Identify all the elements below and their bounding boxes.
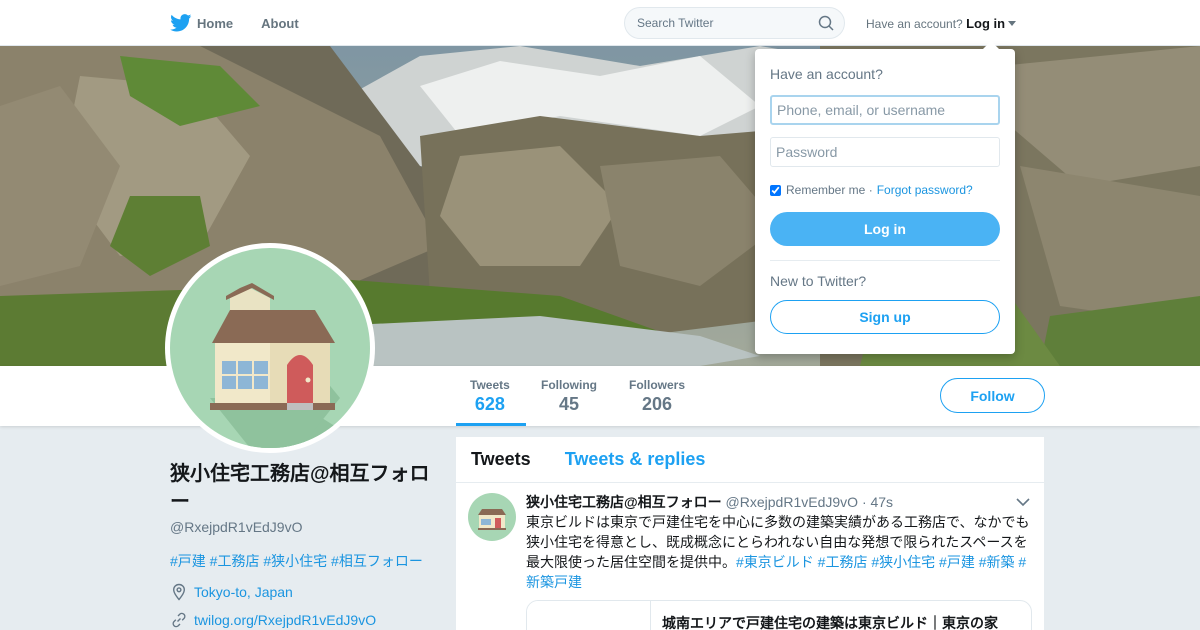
account-menu[interactable]: Have an account? Log in bbox=[866, 16, 1017, 31]
login-title: Have an account? bbox=[770, 66, 883, 82]
search-input[interactable] bbox=[625, 8, 805, 38]
nav-about-label: About bbox=[261, 15, 299, 31]
caret-down-icon[interactable] bbox=[1008, 21, 1017, 26]
nav-left: Home About bbox=[170, 0, 327, 46]
login-toggle[interactable]: Log in bbox=[966, 16, 1005, 31]
timeline-tabs: Tweets Tweets & replies bbox=[456, 437, 1044, 483]
forgot-password-link[interactable]: Forgot password? bbox=[877, 183, 973, 197]
nav-about[interactable]: About bbox=[261, 16, 299, 31]
profile-name: 狭小住宅工務店@相互フォロー bbox=[170, 463, 430, 513]
stat-followers-label: Followers bbox=[629, 378, 686, 392]
stat-following-label: Following bbox=[541, 378, 597, 392]
profile-avatar[interactable] bbox=[165, 243, 375, 453]
top-nav: Home About Have an account? Log in bbox=[0, 0, 1200, 46]
tweet-text: 東京ビルドは東京で戸建住宅を中心に多数の建築実績がある工務店で、なかでも狭小住宅… bbox=[526, 512, 1034, 592]
location-pin-icon bbox=[172, 583, 186, 601]
profile-bio-hashtags[interactable]: #戸建 #工務店 #狭小住宅 #相互フォロー bbox=[170, 551, 423, 571]
login-dropdown: Have an account? Remember me · Forgot pa… bbox=[755, 41, 1015, 354]
profile-website[interactable]: twilog.org/RxejpdR1vEdJ9vO bbox=[170, 611, 376, 629]
twitter-bird-icon bbox=[170, 14, 192, 32]
nav-home-label: Home bbox=[197, 15, 234, 31]
link-icon bbox=[172, 612, 186, 628]
follow-button[interactable]: Follow bbox=[940, 378, 1045, 413]
profile-handle: @RxejpdR1vEdJ9vO bbox=[170, 519, 303, 535]
signup-button[interactable]: Sign up bbox=[770, 300, 1000, 334]
profile-location[interactable]: Tokyo-to, Japan bbox=[170, 583, 293, 601]
tweet-timestamp[interactable]: · 47s bbox=[862, 494, 893, 510]
tab-tweets[interactable]: Tweets bbox=[471, 449, 531, 470]
stat-tweets-label: Tweets bbox=[470, 378, 510, 392]
remember-me: Remember me · Forgot password? bbox=[770, 183, 973, 197]
stat-following-value: 45 bbox=[558, 394, 580, 414]
tweet-author-name[interactable]: 狭小住宅工務店@相互フォロー bbox=[526, 494, 722, 510]
stat-following[interactable]: Following 45 bbox=[541, 378, 597, 415]
password-field[interactable] bbox=[770, 137, 1000, 167]
tweet-avatar[interactable] bbox=[468, 493, 516, 541]
card-image bbox=[527, 601, 651, 630]
house-icon bbox=[478, 509, 506, 530]
username-field[interactable] bbox=[770, 95, 1000, 125]
profile-location-text: Tokyo-to, Japan bbox=[194, 584, 293, 600]
remember-checkbox[interactable] bbox=[770, 184, 781, 196]
tweet-header: 狭小住宅工務店@相互フォロー @RxejpdR1vEdJ9vO · 47s bbox=[526, 492, 893, 512]
timeline: Tweets Tweets & replies 狭小住宅工務店@相互フォロー @… bbox=[456, 437, 1044, 630]
card-title: 城南エリアで戸建住宅の建築は東京ビルド｜東京の家 bbox=[662, 615, 998, 630]
nav-home[interactable]: Home bbox=[170, 14, 233, 32]
tweet-author-handle[interactable]: @RxejpdR1vEdJ9vO bbox=[726, 494, 859, 510]
login-button[interactable]: Log in bbox=[770, 212, 1000, 246]
link-card[interactable]: 城南エリアで戸建住宅の建築は東京ビルド｜東京の家 bbox=[526, 600, 1032, 630]
remember-label: Remember me · bbox=[786, 183, 873, 197]
active-tab-indicator bbox=[456, 423, 526, 426]
stat-tweets[interactable]: Tweets 628 bbox=[470, 378, 510, 415]
stat-followers[interactable]: Followers 206 bbox=[629, 378, 685, 415]
have-account-text: Have an account? bbox=[866, 17, 963, 31]
search-icon[interactable] bbox=[818, 15, 834, 31]
profile-website-text: twilog.org/RxejpdR1vEdJ9vO bbox=[194, 612, 377, 628]
tab-tweets-replies[interactable]: Tweets & replies bbox=[565, 449, 706, 470]
divider bbox=[770, 260, 1000, 261]
search-box bbox=[624, 7, 845, 39]
chevron-down-icon[interactable] bbox=[1016, 497, 1030, 507]
new-to-twitter-text: New to Twitter? bbox=[770, 273, 867, 289]
stat-tweets-value: 628 bbox=[474, 394, 505, 414]
house-icon bbox=[210, 283, 370, 448]
stat-followers-value: 206 bbox=[641, 394, 673, 414]
avatar-image bbox=[170, 248, 370, 448]
tweet-item[interactable]: 狭小住宅工務店@相互フォロー @RxejpdR1vEdJ9vO · 47s 東京… bbox=[456, 483, 1044, 630]
